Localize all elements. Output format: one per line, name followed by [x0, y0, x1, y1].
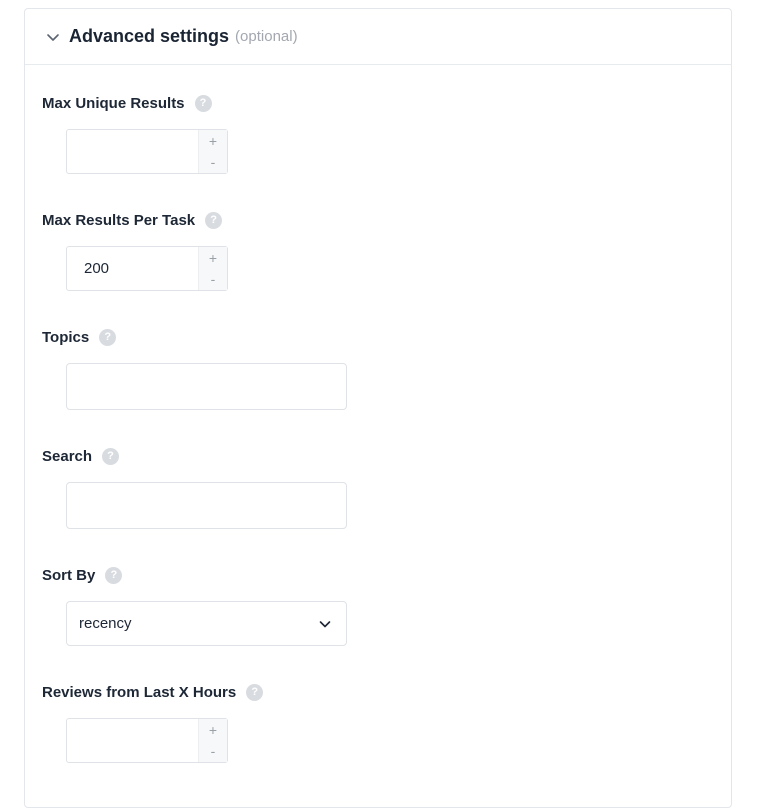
- help-icon[interactable]: ?: [194, 94, 212, 112]
- help-icon[interactable]: ?: [246, 683, 264, 701]
- help-icon[interactable]: ?: [205, 211, 223, 229]
- section-title: Advanced settings: [69, 26, 230, 46]
- sort-by-selected-value: recency: [79, 615, 132, 632]
- max-results-per-task-input-box: + -: [66, 246, 228, 291]
- max-results-per-task-input[interactable]: [67, 247, 198, 290]
- sort-by-label: Sort By: [42, 566, 96, 584]
- advanced-settings-header[interactable]: Advanced settings (optional): [25, 9, 731, 65]
- max-results-per-task-field: Max Results Per Task ?: [42, 210, 223, 230]
- decrement-button[interactable]: -: [199, 152, 227, 174]
- topics-input-box: [66, 363, 347, 410]
- reviews-last-hours-input-box: + -: [66, 718, 228, 763]
- decrement-button[interactable]: -: [199, 741, 227, 763]
- max-unique-results-label: Max Unique Results: [42, 94, 185, 112]
- max-unique-results-input[interactable]: [67, 130, 198, 173]
- increment-button[interactable]: +: [199, 719, 227, 741]
- max-unique-results-input-box: + -: [66, 129, 228, 174]
- topics-label: Topics: [42, 328, 90, 346]
- search-input[interactable]: [67, 483, 346, 528]
- help-icon[interactable]: ?: [105, 566, 123, 584]
- chevron-down-icon[interactable]: [45, 29, 61, 45]
- optional-label: (optional): [235, 28, 298, 45]
- reviews-last-hours-label: Reviews from Last X Hours: [42, 683, 237, 701]
- search-input-box: [66, 482, 347, 529]
- topics-field: Topics ?: [42, 327, 117, 347]
- search-label: Search: [42, 447, 93, 465]
- reviews-last-hours-stepper: + -: [198, 719, 227, 762]
- help-icon[interactable]: ?: [99, 328, 117, 346]
- search-field: Search ?: [42, 446, 120, 466]
- reviews-last-hours-input[interactable]: [67, 719, 198, 762]
- max-results-per-task-stepper: + -: [198, 247, 227, 290]
- increment-button[interactable]: +: [199, 130, 227, 152]
- decrement-button[interactable]: -: [199, 269, 227, 291]
- topics-input[interactable]: [67, 364, 346, 409]
- increment-button[interactable]: +: [199, 247, 227, 269]
- max-unique-results-field: Max Unique Results ?: [42, 93, 212, 113]
- sort-by-field: Sort By ?: [42, 565, 123, 585]
- reviews-last-hours-field: Reviews from Last X Hours ?: [42, 682, 264, 702]
- help-icon[interactable]: ?: [102, 447, 120, 465]
- max-results-per-task-label: Max Results Per Task: [42, 211, 196, 229]
- chevron-down-icon: [318, 617, 332, 631]
- max-unique-results-stepper: + -: [198, 130, 227, 173]
- sort-by-select[interactable]: recency: [66, 601, 347, 646]
